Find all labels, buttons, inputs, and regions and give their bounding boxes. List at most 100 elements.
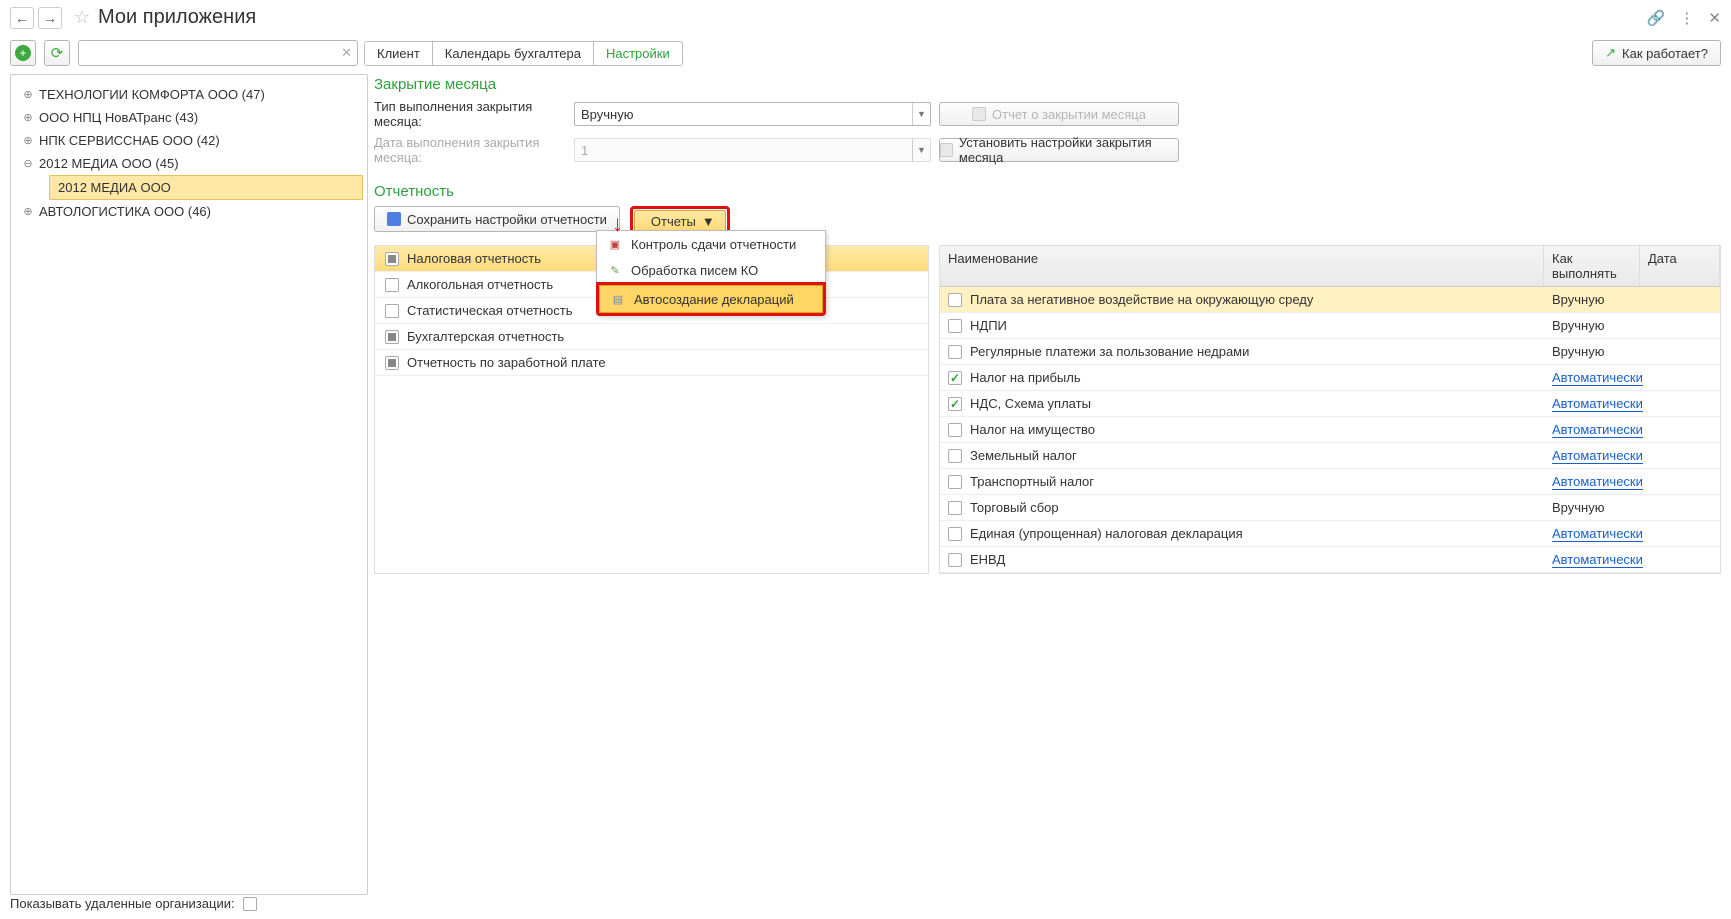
plus-icon: +: [15, 45, 31, 61]
mode-link[interactable]: Автоматически: [1552, 396, 1643, 412]
row-checkbox[interactable]: [948, 449, 962, 463]
closing-type-label: Тип выполнения закрытия месяца:: [374, 99, 566, 129]
row-checkbox[interactable]: [948, 553, 962, 567]
row-date: [1640, 529, 1720, 539]
th-name[interactable]: Наименование: [940, 246, 1544, 286]
mode-link[interactable]: Автоматически: [1552, 526, 1643, 542]
menu-item-letters[interactable]: ✎ Обработка писем КО: [597, 257, 825, 283]
row-name-label: Транспортный налог: [970, 474, 1094, 489]
row-checkbox[interactable]: [948, 397, 962, 411]
table-row[interactable]: Транспортный налог Автоматически: [940, 469, 1720, 495]
category-row[interactable]: Бухгалтерская отчетность: [375, 324, 928, 350]
expand-icon[interactable]: ⊕: [21, 111, 35, 124]
search-box: ✕: [78, 40, 358, 66]
external-link-icon: ↗: [1605, 45, 1616, 61]
tristate-checkbox[interactable]: [385, 304, 399, 318]
control-icon: ▣: [607, 236, 623, 252]
row-date: [1640, 503, 1720, 513]
tab-client[interactable]: Клиент: [365, 42, 433, 65]
nav-back-button[interactable]: ←: [10, 7, 34, 29]
row-checkbox[interactable]: [948, 345, 962, 359]
row-name-label: Регулярные платежи за пользование недрам…: [970, 344, 1249, 359]
closing-date-label: Дата выполнения закрытия месяца:: [374, 135, 566, 165]
how-it-works-button[interactable]: ↗ Как работает?: [1592, 40, 1721, 66]
tristate-checkbox[interactable]: [385, 278, 399, 292]
favorite-star-icon[interactable]: ☆: [72, 8, 92, 28]
add-button[interactable]: +: [10, 40, 36, 66]
set-closing-label: Установить настройки закрытия месяца: [959, 135, 1178, 165]
closing-type-select[interactable]: Вручную ▼: [574, 102, 931, 126]
row-date: [1640, 399, 1720, 409]
tab-settings[interactable]: Настройки: [594, 42, 682, 65]
tab-calendar[interactable]: Календарь бухгалтера: [433, 42, 594, 65]
tree-item-label: НПК СЕРВИССНАБ ООО (42): [39, 133, 220, 148]
row-name-label: НДПИ: [970, 318, 1007, 333]
row-name-label: Единая (упрощенная) налоговая декларация: [970, 526, 1243, 541]
menu-item-autocreate[interactable]: ▤ Автосоздание деклараций: [599, 285, 823, 313]
row-checkbox[interactable]: [948, 423, 962, 437]
row-checkbox[interactable]: [948, 371, 962, 385]
tristate-checkbox[interactable]: [385, 356, 399, 370]
table-row[interactable]: НДПИВручную: [940, 313, 1720, 339]
th-date[interactable]: Дата: [1640, 246, 1720, 286]
table-row[interactable]: ЕНВДАвтоматически: [940, 547, 1720, 573]
tree-item[interactable]: ⊖2012 МЕДИА ООО (45): [15, 152, 363, 175]
category-label: Налоговая отчетность: [407, 251, 541, 266]
set-closing-settings-button[interactable]: Установить настройки закрытия месяца: [939, 138, 1179, 162]
category-row[interactable]: Отчетность по заработной плате: [375, 350, 928, 376]
table-row[interactable]: Регулярные платежи за пользование недрам…: [940, 339, 1720, 365]
search-input[interactable]: [78, 40, 358, 66]
row-name-label: Торговый сбор: [970, 500, 1059, 515]
mode-link[interactable]: Автоматически: [1552, 448, 1643, 464]
reporting-section-title: Отчетность: [374, 183, 1721, 200]
category-label: Отчетность по заработной плате: [407, 355, 606, 370]
tree-item[interactable]: ⊕ ООО НПЦ НовАТранс (43): [15, 106, 363, 129]
toolbar: + ⟳ ✕ Клиент Календарь бухгалтера Настро…: [0, 36, 1731, 74]
mode-label: Вручную: [1552, 500, 1604, 515]
row-checkbox[interactable]: [948, 293, 962, 307]
tree-item[interactable]: ⊕АВТОЛОГИСТИКА ООО (46): [15, 200, 363, 223]
table-row[interactable]: Налог на прибыльАвтоматически: [940, 365, 1720, 391]
row-checkbox[interactable]: [948, 475, 962, 489]
row-checkbox[interactable]: [948, 501, 962, 515]
table-row[interactable]: Плата за негативное воздействие на окруж…: [940, 287, 1720, 313]
tree-item-label: ООО НПЦ НовАТранс (43): [39, 110, 198, 125]
nav-forward-button[interactable]: →: [38, 7, 62, 29]
collapse-icon[interactable]: ⊖: [21, 157, 35, 170]
show-deleted-checkbox[interactable]: [243, 897, 257, 911]
table-row[interactable]: Налог на имуществоАвтоматически: [940, 417, 1720, 443]
th-mode[interactable]: Как выполнять: [1544, 246, 1640, 286]
mode-link[interactable]: Автоматически: [1552, 552, 1643, 568]
row-date: [1640, 477, 1720, 487]
table-row[interactable]: НДС, Схема уплатыАвтоматически: [940, 391, 1720, 417]
tree-item[interactable]: ⊕ ТЕХНОЛОГИИ КОМФОРТА ООО (47): [15, 83, 363, 106]
mode-link[interactable]: Автоматически: [1552, 422, 1643, 438]
mode-link[interactable]: Автоматически: [1552, 370, 1643, 386]
expand-icon[interactable]: ⊕: [21, 205, 35, 218]
tristate-checkbox[interactable]: [385, 252, 399, 266]
tree-item-label: ТЕХНОЛОГИИ КОМФОРТА ООО (47): [39, 87, 265, 102]
table-row[interactable]: Земельный налог Автоматически: [940, 443, 1720, 469]
more-menu-icon[interactable]: ⋮: [1679, 9, 1694, 27]
expand-icon[interactable]: ⊕: [21, 134, 35, 147]
table-row[interactable]: Торговый сбор Вручную: [940, 495, 1720, 521]
mode-link[interactable]: Автоматически: [1552, 474, 1643, 490]
expand-icon[interactable]: ⊕: [21, 88, 35, 101]
row-checkbox[interactable]: [948, 527, 962, 541]
close-window-icon[interactable]: ✕: [1708, 9, 1721, 27]
save-icon: [940, 143, 953, 157]
reports-dropdown-menu: ▣ Контроль сдачи отчетности ✎ Обработка …: [596, 230, 826, 316]
table-row[interactable]: Единая (упрощенная) налоговая декларация…: [940, 521, 1720, 547]
link-icon[interactable]: 🔗: [1647, 9, 1666, 27]
dropdown-icon[interactable]: ▼: [912, 103, 930, 125]
row-checkbox[interactable]: [948, 319, 962, 333]
menu-item-control[interactable]: ▣ Контроль сдачи отчетности: [597, 231, 825, 257]
save-reporting-settings-button[interactable]: Сохранить настройки отчетности: [374, 206, 620, 232]
row-name-label: Земельный налог: [970, 448, 1077, 463]
row-name-label: Плата за негативное воздействие на окруж…: [970, 292, 1313, 307]
refresh-button[interactable]: ⟳: [44, 40, 70, 66]
tree-child-selected[interactable]: 2012 МЕДИА ООО: [49, 175, 363, 200]
clear-search-icon[interactable]: ✕: [341, 45, 352, 61]
tree-item[interactable]: ⊕ НПК СЕРВИССНАБ ООО (42): [15, 129, 363, 152]
tristate-checkbox[interactable]: [385, 330, 399, 344]
